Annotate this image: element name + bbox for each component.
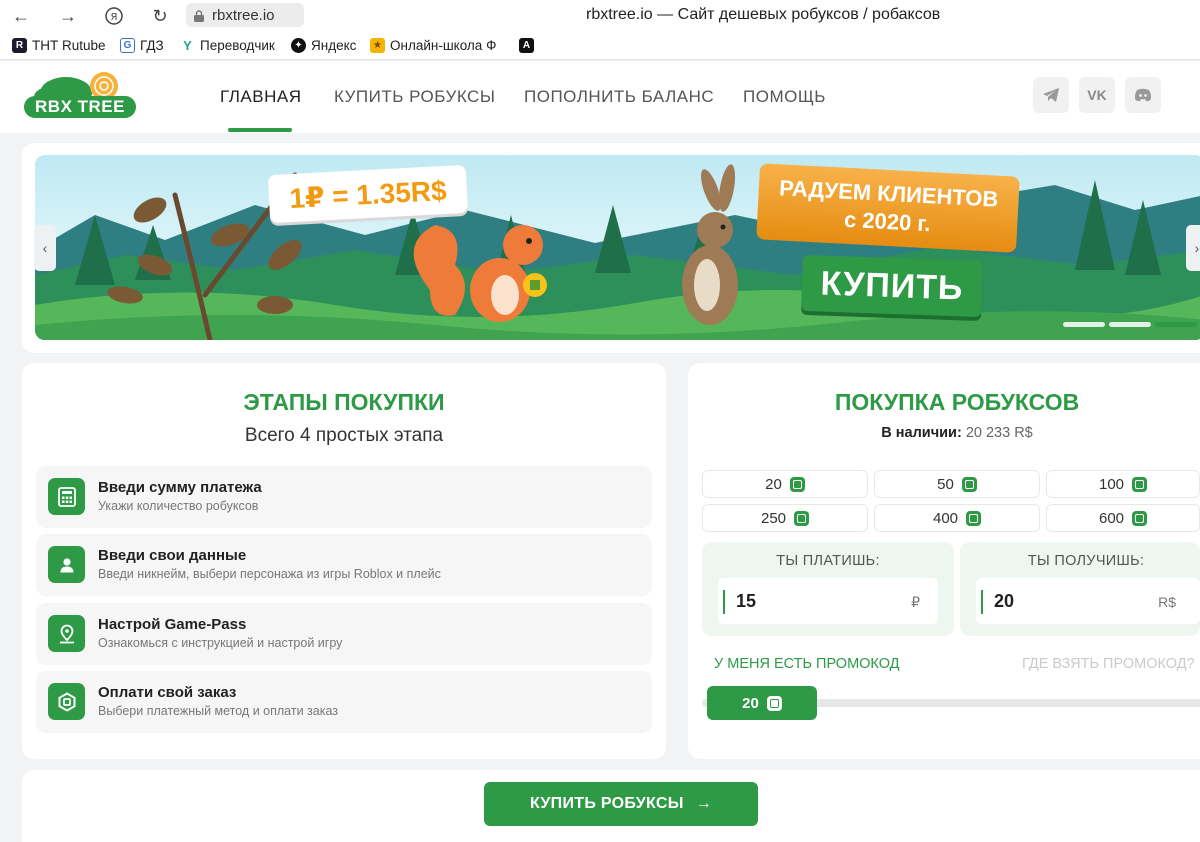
translate-icon: Y — [180, 38, 195, 53]
robux-icon — [789, 476, 805, 492]
banner-dot[interactable] — [1063, 322, 1105, 327]
buy-robux-button[interactable]: Купить робуксы → — [484, 782, 758, 826]
step-title: Введи сумму платежа — [98, 479, 262, 496]
url-text: rbxtree.io — [212, 6, 275, 24]
rutube-icon: R — [12, 38, 27, 53]
discord-icon[interactable] — [1125, 77, 1161, 113]
nav-help[interactable]: Помощь — [743, 87, 826, 107]
site-logo[interactable]: RBX TREE — [22, 71, 138, 123]
school-icon: ★ — [370, 38, 385, 53]
vk-icon[interactable]: VK — [1079, 77, 1115, 113]
banner-dot-active[interactable] — [1155, 322, 1197, 327]
gdz-icon: G — [120, 38, 135, 53]
input-caret — [981, 590, 983, 614]
amount-option[interactable]: 100 — [1046, 470, 1200, 498]
you-pay-label: Ты платишь: — [776, 553, 880, 569]
reload-icon[interactable]: ↻ — [149, 5, 171, 27]
amount-option[interactable]: 20 — [702, 470, 868, 498]
browser-toolbar: ← → Я ↻ rbxtree.io rbxtree.io — Сайт деш… — [0, 0, 1200, 32]
you-get-input[interactable]: 20 R$ — [976, 578, 1200, 624]
forward-arrow-icon[interactable]: → — [57, 5, 79, 27]
step-pay-order: Оплати свой заказ Выбери платежный метод… — [36, 671, 652, 733]
step-title: Настрой Game-Pass — [98, 616, 247, 633]
bookmark-yandex[interactable]: ✦ Яндекс — [291, 38, 356, 53]
address-bar[interactable]: rbxtree.io — [186, 3, 304, 27]
telegram-icon[interactable] — [1033, 77, 1069, 113]
banner-dot[interactable] — [1109, 322, 1151, 327]
a-icon: A — [519, 38, 534, 53]
amount-option[interactable]: 250 — [702, 504, 868, 532]
you-pay-box: Ты платишь: 15 ₽ — [702, 542, 954, 636]
step-subtitle: Укажи количество робуксов — [98, 499, 259, 513]
calculator-icon — [48, 478, 85, 515]
location-pin-icon — [48, 615, 85, 652]
bookmark-tnt-rutube[interactable]: R ТНТ Rutube — [12, 38, 106, 53]
you-get-box: Ты получишь: 20 R$ — [960, 542, 1200, 636]
you-get-label: Ты получишь: — [1027, 553, 1145, 569]
bookmark-online-school[interactable]: ★ Онлайн-школа Ф — [370, 38, 496, 53]
amount-option[interactable]: 50 — [874, 470, 1040, 498]
nav-home[interactable]: Главная — [220, 87, 301, 107]
step-enter-data: Введи свои данные Введи никнейм, выбери … — [36, 534, 652, 596]
back-arrow-icon[interactable]: ← — [10, 5, 32, 27]
promo-banner[interactable]: 1₽ = 1.35R$ РАДУЕМ КЛИЕНТОВ с 2020 г. КУ… — [35, 155, 1200, 340]
robux-icon — [794, 510, 810, 526]
yandex-icon: ✦ — [291, 38, 306, 53]
you-get-value: 20 — [994, 591, 1015, 611]
stock-info: В наличии: 20 233 R$ — [881, 425, 1033, 441]
robux-icon — [766, 695, 782, 711]
you-pay-input[interactable]: 15 ₽ — [718, 578, 938, 624]
banner-prev-button[interactable]: ‹ — [34, 225, 56, 271]
step-subtitle: Ознакомься с инструкцией и настрой игру — [98, 636, 343, 650]
input-caret — [723, 590, 725, 614]
bookmarks-bar: R ТНТ Rutube G ГДЗ Y Переводчик ✦ Яндекс… — [0, 32, 1200, 60]
nav-buy-robux[interactable]: Купить робуксы — [334, 87, 495, 107]
bookmark-a[interactable]: A — [519, 38, 539, 53]
step-title: Введи свои данные — [98, 547, 247, 564]
where-promo-code-link[interactable]: Где взять промокод? — [1022, 656, 1195, 672]
robux-icon — [1132, 510, 1148, 526]
steps-subtitle: Всего 4 простых этапа — [244, 425, 444, 446]
clients-since-badge: РАДУЕМ КЛИЕНТОВ с 2020 г. — [756, 163, 1020, 253]
robux-icon — [1132, 476, 1148, 492]
robux-icon — [48, 683, 85, 720]
purchase-title: Покупка робуксов — [834, 389, 1080, 415]
lock-icon — [194, 9, 204, 22]
active-nav-indicator — [228, 128, 292, 132]
step-setup-gamepass: Настрой Game-Pass Ознакомься с инструкци… — [36, 603, 652, 665]
banner-buy-button[interactable]: КУПИТЬ — [801, 254, 983, 318]
logo-text: RBX TREE — [24, 96, 136, 118]
nav-top-up-balance[interactable]: Пополнить баланс — [524, 87, 714, 107]
you-pay-value: 15 — [736, 591, 757, 611]
have-promo-code-link[interactable]: У меня есть промокод — [714, 656, 900, 672]
bookmark-gdz[interactable]: G ГДЗ — [120, 38, 164, 53]
robux-icon — [966, 510, 982, 526]
ruble-unit: ₽ — [911, 594, 920, 610]
step-subtitle: Введи никнейм, выбери персонажа из игры … — [98, 567, 441, 581]
amount-option[interactable]: 400 — [874, 504, 1040, 532]
robux-icon — [961, 476, 977, 492]
step-enter-amount: Введи сумму платежа Укажи количество роб… — [36, 466, 652, 528]
step-title: Оплати свой заказ — [98, 684, 237, 701]
bookmark-translator[interactable]: Y Переводчик — [180, 38, 275, 53]
banner-next-button[interactable]: › — [1186, 225, 1200, 271]
page-tab-title: rbxtree.io — Сайт дешевых робуксов / роб… — [586, 6, 941, 23]
slider-thumb[interactable]: 20 — [707, 686, 817, 720]
forest-landscape-illustration — [35, 164, 1200, 340]
robux-unit: R$ — [1158, 594, 1176, 610]
user-icon — [48, 546, 85, 583]
svg-text:Я: Я — [111, 12, 118, 23]
steps-title: Этапы покупки — [243, 389, 445, 415]
step-subtitle: Выбери платежный метод и оплати заказ — [98, 704, 338, 718]
amount-option[interactable]: 600 — [1046, 504, 1200, 532]
yandex-browser-icon[interactable]: Я — [103, 5, 125, 27]
site-header: RBX TREE Главная Купить робуксы Пополнит… — [0, 61, 1200, 133]
arrow-right-icon: → — [695, 795, 713, 812]
